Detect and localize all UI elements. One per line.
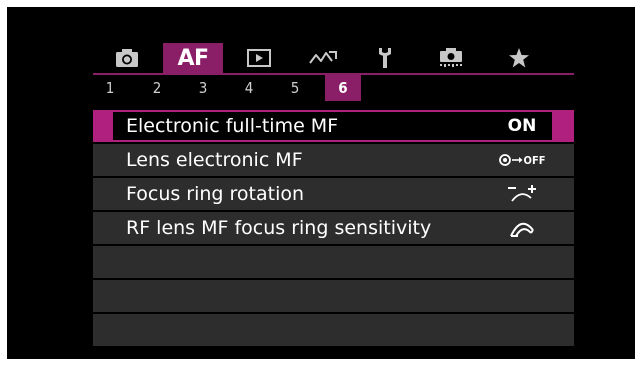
wrench-icon	[379, 48, 391, 68]
selection-marker	[93, 110, 113, 142]
value-on-text: ON	[507, 116, 537, 136]
selection-marker-right	[552, 110, 574, 142]
tab-playback[interactable]	[239, 43, 279, 73]
camera-menu: AF 1 2 3 4 5 6 Electronic full-time MF O…	[93, 43, 574, 361]
menu-item-value	[494, 215, 550, 241]
menu-item-label: Focus ring rotation	[126, 183, 305, 205]
page-6[interactable]: 6	[325, 75, 361, 101]
tab-af-label: AF	[177, 45, 209, 71]
menu-item-value: OFF	[494, 147, 550, 173]
ring-sensitivity-icon	[510, 222, 534, 237]
menu-item-focus-ring-rotation[interactable]: Focus ring rotation	[93, 178, 574, 210]
star-icon	[509, 48, 529, 68]
tab-shooting[interactable]	[107, 43, 147, 73]
menu-item-label: Lens electronic MF	[126, 149, 303, 171]
menu-item-rf-lens-mf-ring-sensitivity[interactable]: RF lens MF focus ring sensitivity	[93, 212, 574, 244]
custom-camera-icon	[440, 48, 462, 67]
page-5[interactable]: 5	[284, 75, 306, 101]
menu-item-lens-electronic-mf[interactable]: Lens electronic MF OFF	[93, 144, 574, 176]
menu-list: Electronic full-time MF ON Lens electron…	[93, 110, 574, 348]
lens-mf-off-icon	[498, 154, 523, 166]
focus-ring-rotation-icon	[508, 185, 536, 202]
tab-setup[interactable]	[365, 43, 405, 73]
page-selector: 1 2 3 4 5 6	[93, 75, 574, 101]
menu-item-empty	[93, 314, 574, 346]
menu-item-empty	[93, 246, 574, 278]
wireless-icon	[309, 51, 337, 64]
camera-icon	[116, 49, 138, 67]
tab-custom[interactable]	[429, 43, 473, 73]
page-4[interactable]: 4	[238, 75, 260, 101]
menu-item-electronic-full-time-mf[interactable]: Electronic full-time MF ON	[93, 110, 574, 142]
tab-af[interactable]: AF	[163, 43, 223, 73]
menu-item-value: ON	[494, 113, 550, 139]
menu-item-label: RF lens MF focus ring sensitivity	[126, 217, 432, 239]
camera-screen: AF 1 2 3 4 5 6 Electronic full-time MF O…	[7, 7, 635, 359]
menu-item-label: Electronic full-time MF	[126, 115, 339, 137]
lens-mf-off-text: OFF	[523, 153, 546, 167]
tab-my-menu[interactable]	[497, 43, 541, 73]
page-2[interactable]: 2	[146, 75, 168, 101]
page-3[interactable]: 3	[192, 75, 214, 101]
tab-wireless[interactable]	[301, 43, 345, 73]
page-1[interactable]: 1	[99, 75, 121, 101]
playback-icon	[247, 49, 271, 67]
category-tabs: AF	[93, 43, 574, 73]
menu-item-value	[494, 181, 550, 207]
menu-item-empty	[93, 280, 574, 312]
